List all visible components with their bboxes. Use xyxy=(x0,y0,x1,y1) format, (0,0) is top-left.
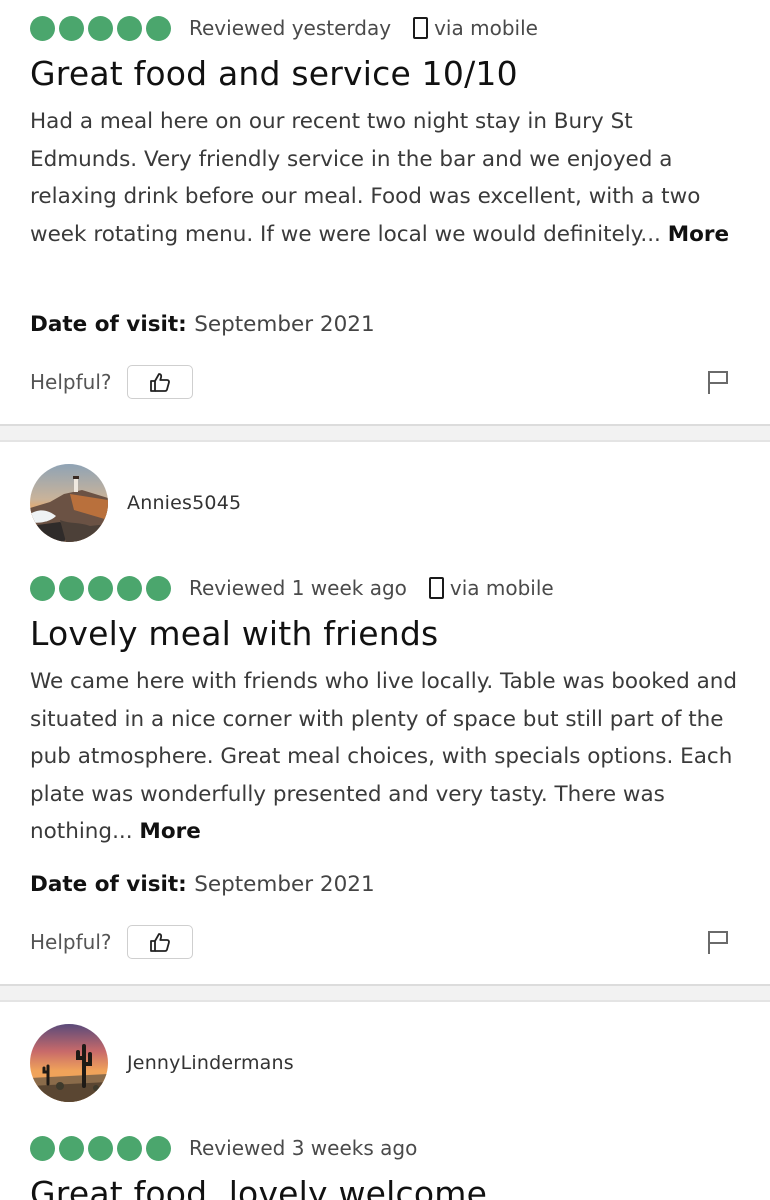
flag-icon xyxy=(708,371,728,394)
date-of-visit: Date of visit: September 2021 xyxy=(30,312,375,337)
rating-bubble xyxy=(59,1135,84,1161)
review-body-text: We came here with friends who live local… xyxy=(30,669,738,844)
via-mobile: via mobile xyxy=(428,576,554,600)
helpful-label: Helpful? xyxy=(30,370,112,394)
rating-bubble xyxy=(88,1135,113,1161)
reviewer-username[interactable]: Annies5045 xyxy=(127,492,241,514)
review-card-1: Reviewed yesterday via mobile Great food… xyxy=(0,0,770,424)
rating-bubble xyxy=(117,1135,142,1161)
rating-row: Reviewed 1 week ago via mobile xyxy=(30,573,554,603)
review-title[interactable]: Lovely meal with friends xyxy=(30,614,438,653)
avatar[interactable] xyxy=(30,1024,108,1102)
review-date: Reviewed 1 week ago xyxy=(189,576,407,600)
date-of-visit: Date of visit: September 2021 xyxy=(30,872,375,897)
helpful-row: Helpful? xyxy=(30,363,730,401)
via-mobile-label: via mobile xyxy=(449,576,554,600)
rating-row: Reviewed 3 weeks ago xyxy=(30,1133,417,1163)
rating-bubble xyxy=(146,1135,171,1161)
helpful-label: Helpful? xyxy=(30,930,112,954)
rating-bubble xyxy=(117,15,142,41)
mobile-phone-icon xyxy=(428,577,444,599)
rating-row: Reviewed yesterday via mobile xyxy=(30,13,538,43)
rating-bubble xyxy=(30,15,55,41)
rating-bubble xyxy=(88,575,113,601)
review-body: We came here with friends who live local… xyxy=(30,663,745,851)
report-flag-button[interactable] xyxy=(706,929,730,955)
date-of-visit-value: September 2021 xyxy=(194,312,375,337)
via-mobile: via mobile xyxy=(413,16,538,40)
reviewer-username[interactable]: JennyLindermans xyxy=(127,1052,294,1074)
helpful-vote-button[interactable] xyxy=(127,365,194,399)
review-card-2: Annies5045 Reviewed 1 week ago via mobil… xyxy=(0,442,770,984)
mobile-phone-icon xyxy=(413,17,429,39)
flag-icon xyxy=(708,931,728,954)
rating-bubble xyxy=(59,15,84,41)
review-date: Reviewed yesterday xyxy=(189,16,392,40)
rating-bubbles xyxy=(30,1135,175,1161)
card-separator xyxy=(0,984,770,1002)
more-link[interactable]: More xyxy=(668,222,729,247)
reviewer-row: JennyLindermans xyxy=(30,1024,294,1102)
date-of-visit-value: September 2021 xyxy=(194,872,375,897)
more-link[interactable]: More xyxy=(139,819,200,844)
rating-bubbles xyxy=(30,15,175,41)
helpful-row: Helpful? xyxy=(30,923,730,961)
thumbs-up-icon xyxy=(150,373,171,392)
rating-bubble xyxy=(117,575,142,601)
rating-bubble xyxy=(88,15,113,41)
review-title[interactable]: Great food, lovely welcome xyxy=(30,1174,487,1200)
date-of-visit-label: Date of visit: xyxy=(30,312,195,337)
thumbs-up-icon xyxy=(150,933,171,952)
rating-bubble xyxy=(146,15,171,41)
date-of-visit-label: Date of visit: xyxy=(30,872,195,897)
rating-bubble xyxy=(30,575,55,601)
card-separator xyxy=(0,424,770,442)
review-title[interactable]: Great food and service 10/10 xyxy=(30,54,518,93)
review-body-text: Had a meal here on our recent two night … xyxy=(30,109,701,247)
rating-bubble xyxy=(30,1135,55,1161)
avatar[interactable] xyxy=(30,464,108,542)
rating-bubbles xyxy=(30,575,175,601)
via-mobile-label: via mobile xyxy=(434,16,538,40)
reviewer-row: Annies5045 xyxy=(30,464,241,542)
helpful-vote-button[interactable] xyxy=(127,925,194,959)
review-body: Had a meal here on our recent two night … xyxy=(30,103,745,253)
review-date: Reviewed 3 weeks ago xyxy=(189,1136,418,1160)
rating-bubble xyxy=(59,575,84,601)
report-flag-button[interactable] xyxy=(706,369,730,395)
rating-bubble xyxy=(146,575,171,601)
review-card-3: JennyLindermans Reviewed 3 weeks ago Gre… xyxy=(0,1002,770,1200)
